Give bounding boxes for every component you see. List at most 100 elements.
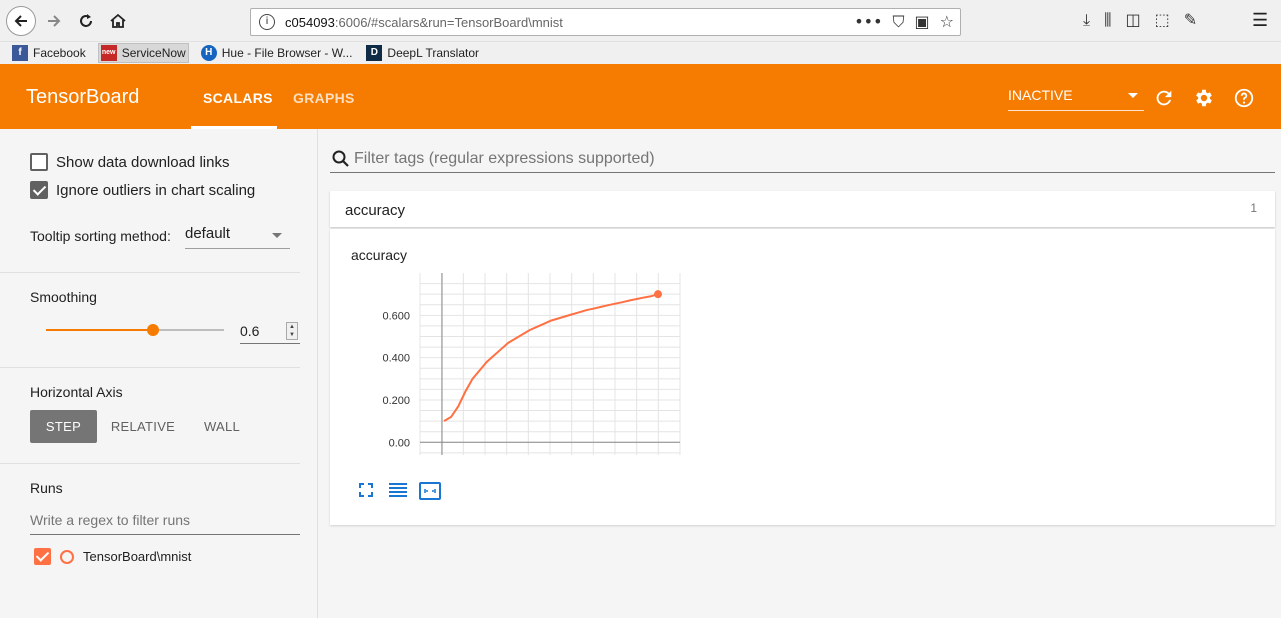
bookmarks-bar: f Facebook new ServiceNow H Hue - File B… (0, 42, 1281, 64)
select-value: INACTIVE (1008, 87, 1073, 103)
help-button[interactable] (1232, 86, 1256, 110)
smoothing-value: 0.6 (240, 323, 260, 339)
home-icon (110, 13, 126, 28)
library-icon[interactable]: ⫼ (1104, 10, 1111, 30)
series-last-point (654, 290, 662, 299)
tab-graphs[interactable]: GRAPHS (293, 90, 355, 106)
axis-step-button[interactable]: STEP (30, 410, 97, 443)
slider-fill (46, 329, 153, 331)
run-name: TensorBoard\mnist (83, 549, 192, 564)
refresh-icon (1156, 90, 1172, 106)
category-name: accuracy (345, 202, 406, 219)
ignore-outliers-option[interactable]: Ignore outliers in chart scaling (30, 181, 255, 199)
ignore-outliers-checkbox[interactable] (30, 181, 48, 199)
toolbar-right-icons: ⤓ ⫼ ◫ ⬚ ✎ (1083, 10, 1197, 30)
inactive-plugins-select[interactable]: INACTIVE (1008, 87, 1144, 111)
reload-icon (80, 14, 92, 27)
y-tick-label: 0.00 (389, 437, 410, 449)
category-header[interactable]: accuracy 1 (330, 191, 1275, 227)
reload-button[interactable] (72, 7, 100, 35)
checkbox-label: Show data download links (56, 153, 230, 171)
tooltip-sorting-select[interactable]: default (185, 225, 290, 249)
url-bar[interactable]: i c054093:6006/#scalars&run=TensorBoard\… (250, 8, 961, 36)
chart-title: accuracy (351, 247, 408, 263)
smoothing-slider[interactable] (46, 324, 224, 336)
select-value: default (185, 225, 231, 242)
back-button[interactable] (6, 6, 36, 36)
download-icon[interactable]: ⤓ (1083, 10, 1090, 30)
show-download-links-option[interactable]: Show data download links (30, 153, 229, 171)
extension-icon[interactable]: ⬚ (1155, 10, 1170, 30)
toggle-log-scale-button[interactable] (388, 481, 408, 501)
y-tick-label: 0.200 (382, 395, 410, 407)
dropdown-arrow-icon (272, 233, 282, 238)
hamburger-menu-icon[interactable]: ☰ (1252, 10, 1268, 31)
hue-icon: H (200, 45, 217, 61)
scalar-chart-card: accuracy 0.00 0.200 0.400 0.600 (330, 229, 1275, 525)
app-title: TensorBoard (26, 86, 140, 108)
url-text: c054093:6006/#scalars&run=TensorBoard\mn… (285, 15, 563, 30)
filter-placeholder: Filter tags (regular expressions support… (354, 150, 655, 167)
fullscreen-icon (359, 483, 373, 497)
deepl-icon: D (366, 45, 383, 61)
sidebar: Show data download links Ignore outliers… (0, 129, 318, 618)
y-tick-label: 0.400 (382, 353, 410, 365)
bookmark-label: Hue - File Browser - W... (221, 46, 353, 60)
info-icon[interactable]: i (259, 14, 275, 30)
pocket-icon[interactable]: ⛉ (893, 12, 905, 32)
list-icon (389, 483, 407, 497)
run-color-circle-icon[interactable] (60, 549, 74, 564)
gear-icon (1196, 89, 1212, 107)
settings-button[interactable] (1192, 86, 1216, 110)
horizontal-axis-label: Horizontal Axis (30, 384, 123, 400)
facebook-icon: f (12, 45, 28, 61)
fit-to-data-icon (419, 482, 441, 500)
bookmark-star-icon[interactable]: ☆ (940, 12, 954, 32)
category-count: 1 (1250, 201, 1257, 215)
divider (0, 272, 300, 273)
run-checkbox[interactable] (34, 548, 51, 565)
help-icon (1234, 88, 1254, 108)
bookmark-label: ServiceNow (121, 46, 186, 60)
fit-domain-button[interactable] (419, 481, 441, 501)
runs-label: Runs (30, 480, 63, 496)
show-download-links-checkbox[interactable] (30, 153, 48, 171)
axis-wall-button[interactable]: WALL (195, 410, 249, 443)
divider (0, 367, 300, 368)
y-tick-label: 0.600 (382, 310, 410, 322)
bookmark-hue[interactable]: H Hue - File Browser - W... (199, 43, 355, 63)
dropdown-arrow-icon (1128, 93, 1138, 98)
tensorboard-header: TensorBoard SCALARS GRAPHS INACTIVE (0, 64, 1281, 129)
bookmark-servicenow[interactable]: new ServiceNow (97, 43, 189, 63)
url-actions: ••• ⛉ ▣ ☆ (854, 12, 954, 32)
home-button[interactable] (104, 7, 132, 35)
expand-chart-button[interactable] (357, 481, 377, 501)
tooltip-sorting-label: Tooltip sorting method: (30, 228, 171, 244)
bookmark-deepl[interactable]: D DeepL Translator (364, 43, 481, 63)
sidebar-icon[interactable]: ◫ (1125, 10, 1140, 30)
bookmark-facebook[interactable]: f Facebook (10, 43, 88, 63)
bookmark-label: Facebook (33, 46, 86, 60)
more-actions-icon[interactable]: ••• (854, 12, 882, 32)
tab-scalars[interactable]: SCALARS (203, 90, 273, 106)
tag-filter-input[interactable]: Filter tags (regular expressions support… (330, 145, 1275, 173)
search-icon (332, 150, 349, 167)
browser-toolbar: i c054093:6006/#scalars&run=TensorBoard\… (0, 0, 1281, 42)
addon-icon[interactable]: ✎ (1184, 10, 1197, 30)
run-item[interactable]: TensorBoard\mnist (34, 548, 191, 565)
servicenow-icon: new (100, 45, 117, 61)
arrow-left-icon (14, 15, 27, 27)
forward-button[interactable] (40, 7, 68, 35)
bookmark-label: DeepL Translator (387, 46, 480, 60)
accuracy-chart[interactable]: 0.00 0.200 0.400 0.600 (350, 269, 690, 459)
arrow-right-icon (48, 15, 61, 27)
runs-filter-input[interactable]: Write a regex to filter runs (30, 512, 300, 535)
slider-knob[interactable] (146, 324, 159, 336)
reload-data-button[interactable] (1152, 86, 1176, 110)
checkbox-label: Ignore outliers in chart scaling (56, 181, 256, 199)
smoothing-input[interactable]: 0.6 ▲ ▼ (240, 320, 300, 344)
axis-relative-button[interactable]: RELATIVE (107, 410, 179, 443)
divider (0, 463, 300, 464)
screenshot-icon[interactable]: ▣ (915, 12, 930, 32)
spinner-icon[interactable]: ▲ ▼ (286, 322, 298, 340)
